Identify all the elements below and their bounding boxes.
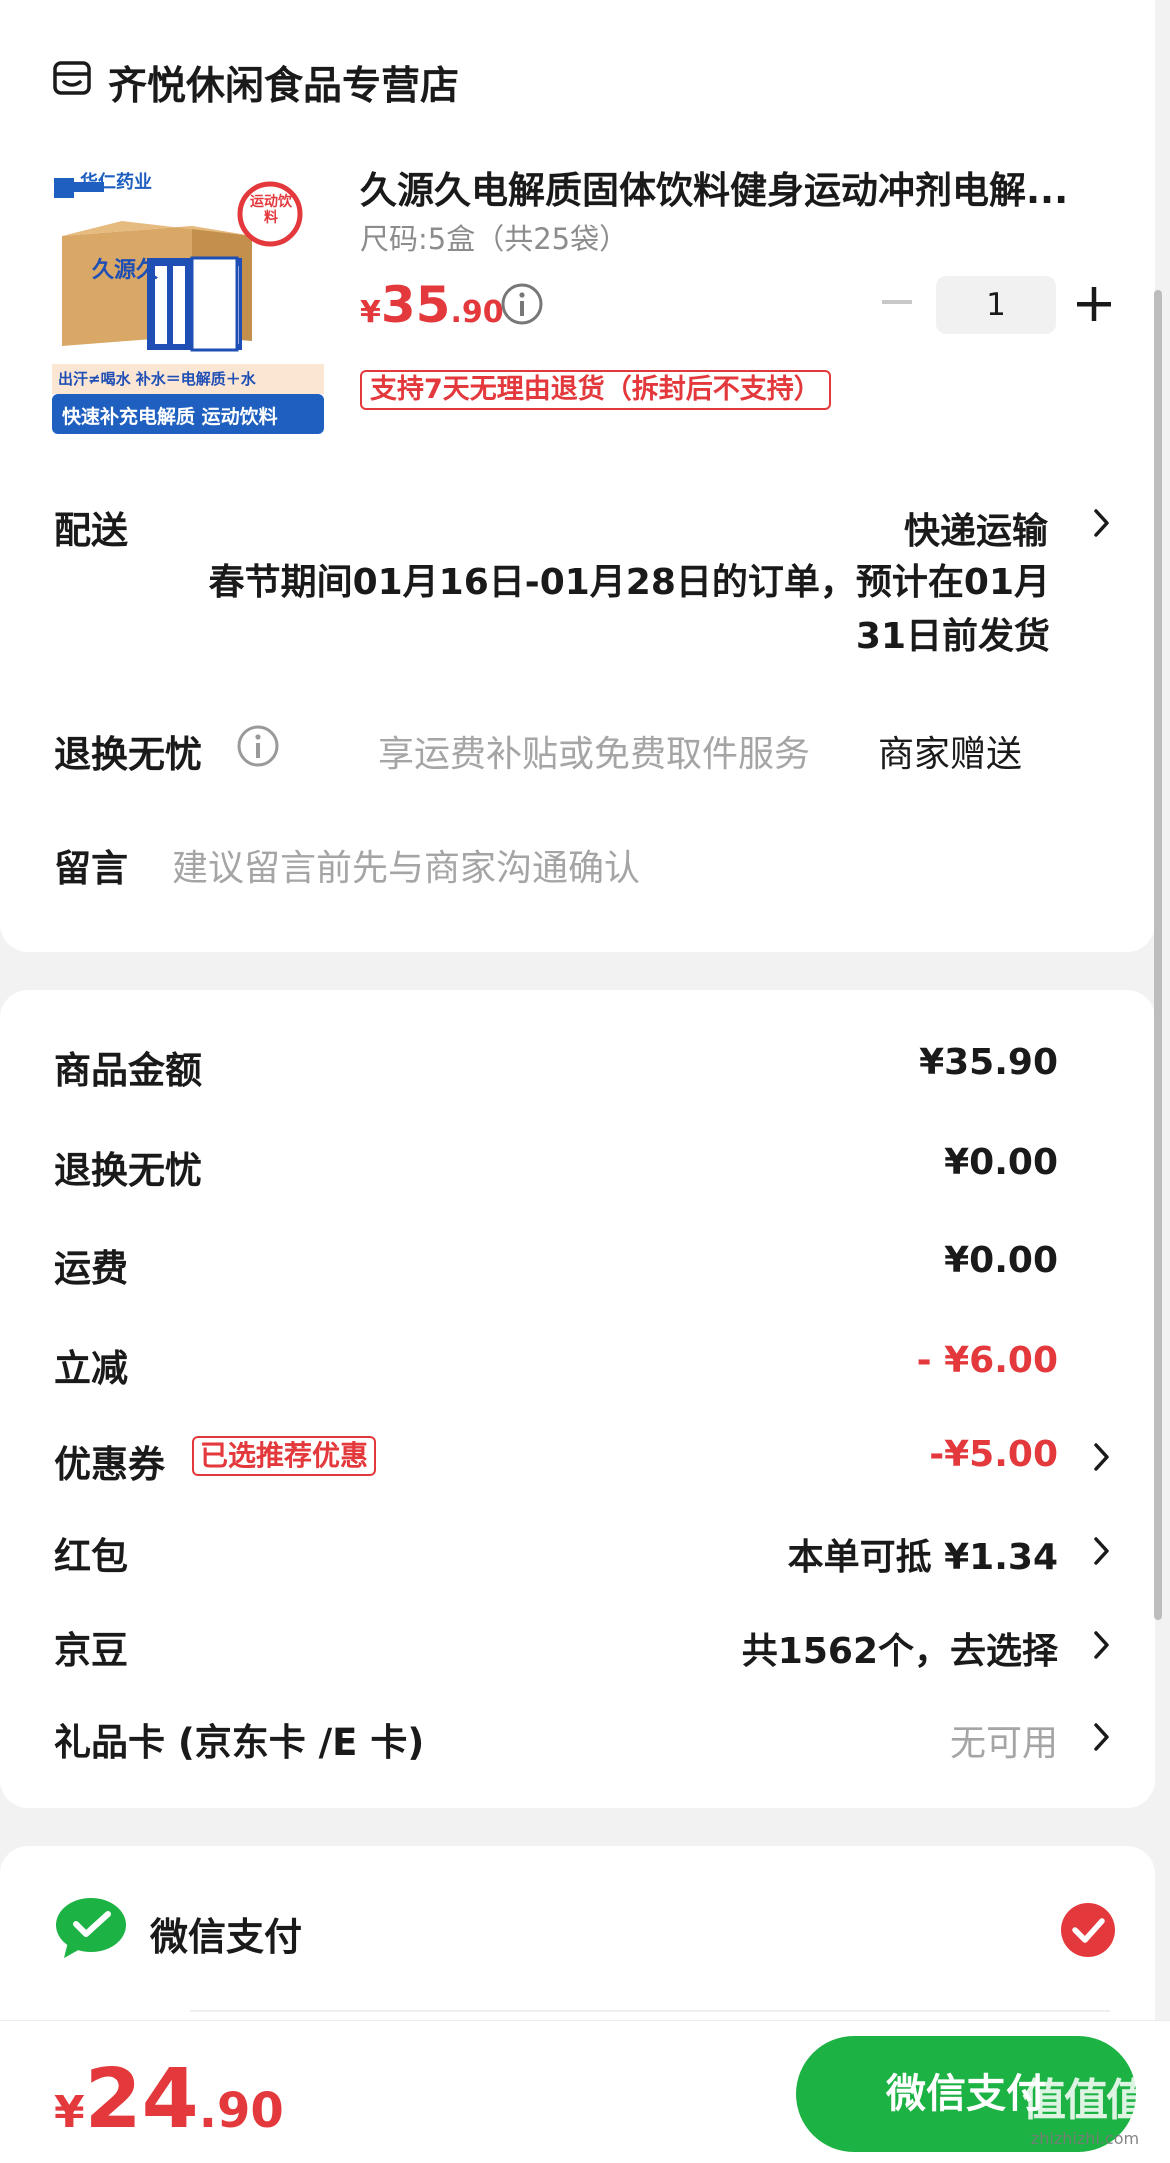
goods-amount-label: 商品金额 — [54, 1049, 202, 1092]
price-currency: ¥ — [360, 295, 381, 330]
payment-method-label[interactable]: 微信支付 — [150, 1906, 302, 1961]
message-label: 留言 — [54, 847, 128, 890]
shipping-value: ¥0.00 — [944, 1240, 1058, 1281]
watermark: 值值值 zhizhizhi.com — [1010, 2074, 1160, 2160]
quantity-plus-button[interactable] — [1074, 284, 1114, 324]
store-name[interactable]: 齐悦休闲食品专营店 — [108, 55, 459, 111]
return-policy-tag: 支持7天无理由退货（拆封后不支持） — [360, 370, 831, 410]
price-integer: 35 — [380, 276, 451, 334]
jd-beans-label: 京豆 — [54, 1629, 128, 1672]
product-image[interactable]: 华仁药业 运动饮料 久源久 出汗≠喝水 补水＝电解质＋水 快速补充电解质 运动饮… — [52, 166, 324, 436]
total-decimal: .90 — [198, 2083, 284, 2139]
red-packet-label: 红包 — [54, 1535, 128, 1578]
chevron-right-icon[interactable] — [1092, 1720, 1112, 1754]
scrollbar[interactable] — [1154, 290, 1162, 1620]
product-price: ¥35.90 — [360, 276, 504, 334]
coupon-value[interactable]: -¥5.00 — [929, 1434, 1058, 1475]
jd-beans-value[interactable]: 共1562个，去选择 — [742, 1622, 1058, 1674]
delivery-note: 春节期间01月16日-01月28日的订单，预计在01月31日前发货 — [208, 562, 1050, 657]
quantity-minus-button[interactable] — [880, 282, 914, 322]
product-title[interactable]: 久源久电解质固体饮料健身运动冲剂电解... — [360, 160, 1115, 214]
message-input[interactable]: 建议留言前先与商家沟通确认 — [172, 839, 640, 891]
worry-free-desc: 享运费补贴或免费取件服务 — [378, 734, 811, 775]
quantity-input[interactable]: 1 — [936, 276, 1056, 334]
chevron-right-icon[interactable] — [1092, 1534, 1112, 1568]
instant-discount-label: 立减 — [54, 1347, 128, 1390]
info-icon[interactable] — [236, 724, 280, 768]
store-icon — [53, 61, 91, 95]
info-icon[interactable] — [500, 282, 544, 326]
watermark-url: zhizhizhi.com — [1030, 2129, 1140, 2148]
worry-free-value[interactable]: 商家赠送 — [878, 725, 1022, 777]
gift-card-label: 礼品卡 (京东卡 /E 卡) — [54, 1721, 425, 1764]
total-currency: ¥ — [54, 2087, 85, 2138]
worry-free-label: 退换无忧 — [54, 733, 202, 776]
product-spec[interactable]: 尺码:5盒（共25袋） — [360, 216, 628, 258]
delivery-label: 配送 — [54, 509, 128, 552]
coupon-badge: 已选推荐优惠 — [192, 1436, 377, 1476]
coupon-label: 优惠券 — [54, 1443, 165, 1486]
box-label: 久源久 — [92, 258, 159, 283]
banner-top: 出汗≠喝水 补水＝电解质＋水 — [58, 370, 256, 388]
price-summary-card — [0, 990, 1155, 1808]
total-integer: 24 — [84, 2052, 199, 2147]
badge-label: 运动饮料 — [250, 194, 292, 226]
wechat-pay-icon — [56, 1898, 126, 1958]
watermark-logo: 值值值 — [1022, 2075, 1150, 2126]
brand-name: 华仁药业 — [80, 172, 152, 193]
chevron-right-icon[interactable] — [1092, 1628, 1112, 1662]
instant-discount-value: - ¥6.00 — [916, 1340, 1058, 1381]
delivery-method[interactable]: 快递运输 — [904, 502, 1048, 554]
price-decimal: .90 — [450, 295, 504, 330]
total-price: ¥24.90 — [54, 2052, 284, 2147]
worry-fee-value: ¥0.00 — [944, 1142, 1058, 1183]
chevron-right-icon[interactable] — [1092, 506, 1112, 540]
order-item-card — [0, 0, 1155, 952]
shipping-label: 运费 — [54, 1247, 128, 1290]
banner-bottom: 快速补充电解质 运动饮料 — [62, 406, 278, 428]
goods-amount-value: ¥35.90 — [919, 1042, 1058, 1083]
worry-fee-label: 退换无忧 — [54, 1149, 202, 1192]
selected-check-icon[interactable] — [1060, 1902, 1116, 1958]
chevron-right-icon[interactable] — [1092, 1440, 1112, 1474]
gift-card-value[interactable]: 无可用 — [950, 1714, 1058, 1766]
red-packet-value[interactable]: 本单可抵 ¥1.34 — [788, 1528, 1058, 1580]
divider — [190, 2010, 1110, 2012]
